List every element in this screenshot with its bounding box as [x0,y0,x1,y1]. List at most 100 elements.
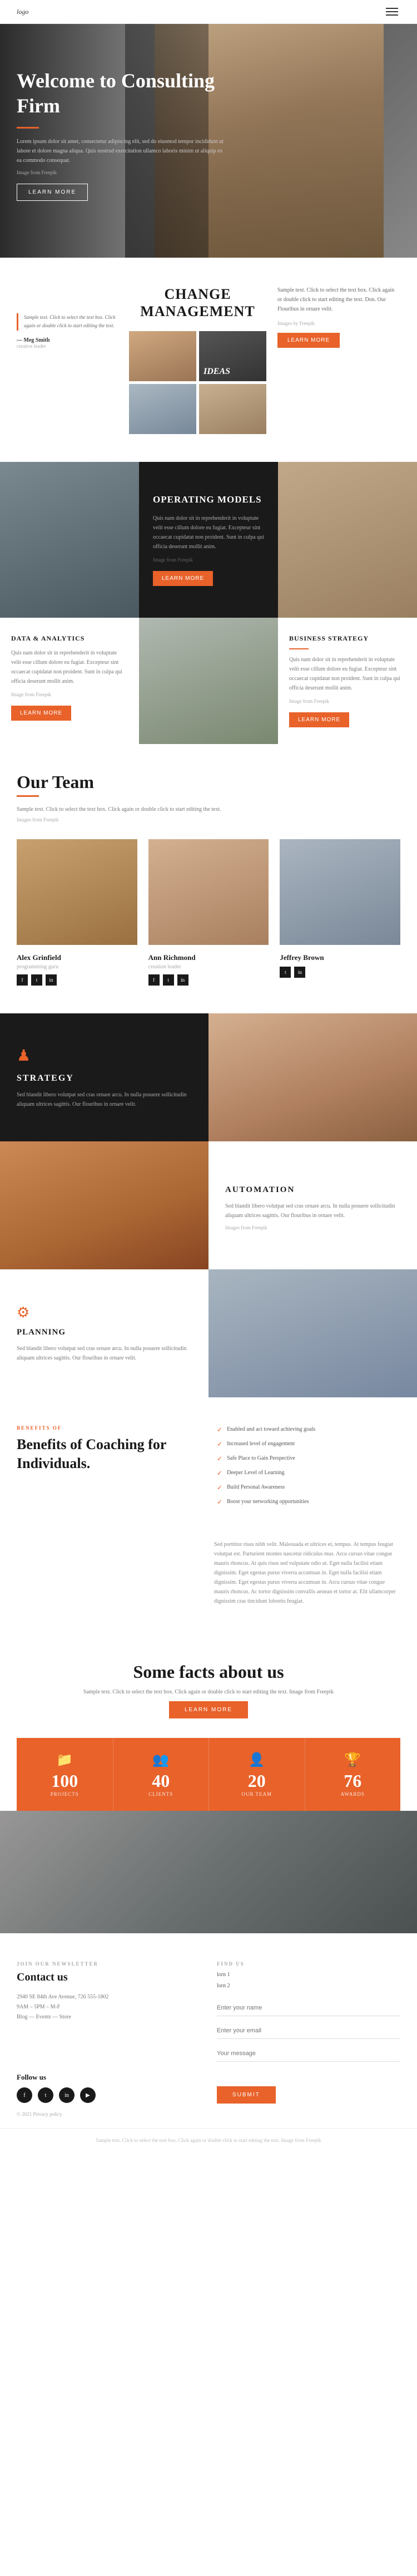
address-line1: 2940 SE 84th Ave Avenue, 726 555-1802 [17,1992,200,2002]
team-icon: 👤 [215,1752,299,1768]
our-team-intro: Sample text. Click to select the text bo… [17,805,400,814]
change-management-title: CHANGE MANAGEMENT [140,285,255,320]
benefits-left: BENEFITS OF Benefits of Coaching for Ind… [17,1425,200,1473]
instagram-icon-1[interactable]: in [46,974,57,986]
copyright: © 2021 Privacy policy [17,2111,200,2117]
hamburger-button[interactable] [384,6,400,18]
change-quote: Sample text. Click to select the text bo… [24,313,118,331]
automation-title: AUTOMATION [225,1185,400,1195]
footer-link-2[interactable]: lorn 2 [217,1981,400,1992]
business-strategy-text: Quis nam dolor sit in reprehenderit in v… [289,655,406,693]
stat-clients: 👥 40 CLIENTS [113,1738,209,1811]
benefits-side-section: Sed porttitor risus nibh velit. Malesuad… [0,1540,417,1634]
business-strategy-button[interactable]: LEARN MORE [289,712,349,727]
youtube-follow-icon[interactable]: ▶ [80,2087,96,2103]
strategy-text: Sed blandit libero volutpat sed cras orn… [17,1090,192,1109]
message-input[interactable] [217,2046,400,2062]
facebook-follow-icon[interactable]: f [17,2087,32,2103]
clients-icon: 👥 [119,1752,203,1768]
data-analytics-credit: Image from Freepik [11,692,128,697]
awards-number: 76 [311,1771,395,1791]
footer-section: JOIN OUR NEWSLETTER Contact us 2940 SE 8… [0,1933,417,2128]
hero-image-credit: Image from Freepik [17,170,228,175]
operating-title: OPERATING MODELS [153,494,264,505]
twitter-icon-3[interactable]: t [280,967,291,978]
facts-learn-more-button[interactable]: LEARN MORE [169,1701,248,1718]
benefit-item-3: ✓ Safe Place to Gain Perspective [217,1454,400,1463]
change-photos-grid: IDEAS [129,331,266,434]
navigation: logo [0,0,417,24]
operating-text: Quis nam dolor sit in reprehenderit in v… [153,514,264,551]
change-author: — Meg Smith [17,337,118,343]
address-line3: Blog — Events — Store [17,2012,200,2022]
benefit-text-4: Deeper Level of Learning [227,1469,285,1477]
business-credit: Image from Freepik [289,698,406,704]
member-2-social: f t in [148,974,269,986]
benefits-side-text: Sed porttitor risus nibh velit. Malesuad… [214,1540,400,1606]
automation-text: Sed blandit libero volutpat sed cras orn… [225,1201,400,1220]
hero-text: Lorem ipsum dolor sit amet, consectetur … [17,137,228,165]
hero-learn-more-button[interactable]: LEARN MORE [17,184,88,201]
contact-col: JOIN OUR NEWSLETTER Contact us 2940 SE 8… [17,1961,200,2073]
facts-title: Some facts about us [17,1662,400,1682]
business-strategy-title: BUSINESS STRATEGY [289,634,406,643]
check-icon-1: ✓ [217,1426,222,1434]
business-divider [289,648,309,649]
twitter-icon-1[interactable]: t [31,974,42,986]
email-input[interactable] [217,2023,400,2039]
twitter-follow-icon[interactable]: t [38,2087,53,2103]
operating-left-image [0,462,139,618]
change-photo-3 [129,384,196,434]
planning-section: ⚙ PLANNING Sed blandit libero volutpat s… [0,1269,417,1397]
instagram-icon-2[interactable]: in [177,974,188,986]
instagram-icon-3[interactable]: in [294,967,305,978]
team-grid: Alex Grinfield programming guru f t in A… [17,839,400,986]
instagram-follow-icon[interactable]: in [59,2087,75,2103]
team-member-2: Ann Richmond creation leader f t in [148,839,269,986]
benefits-side-text-block: Sed porttitor risus nibh velit. Malesuad… [209,1540,400,1606]
planning-title: PLANNING [17,1328,192,1337]
operating-learn-more-button[interactable]: LEARN MORE [153,571,213,586]
strategy-title: STRATEGY [17,1073,192,1083]
follow-us-col: Follow us f t in ▶ © 2021 Privacy policy [17,2073,200,2117]
stat-team: 👤 20 OUR TEAM [209,1738,305,1811]
change-author-role: creative leader [17,343,118,349]
member-1-social: f t in [17,974,137,986]
change-quote-text: Sample text. Click to select the text bo… [17,313,118,331]
hero-content: Welcome to Consulting Firm Lorem ipsum d… [17,68,228,201]
check-icon-6: ✓ [217,1498,222,1506]
change-photo-1 [129,331,196,381]
facebook-icon-2[interactable]: f [148,974,160,986]
twitter-icon-2[interactable]: t [163,974,174,986]
planning-content: ⚙ PLANNING Sed blandit libero volutpat s… [0,1269,209,1397]
fine-print-text: Sample text. Click to select the text bo… [17,2137,400,2145]
data-analytics-col: DATA & ANALYTICS Quis nam dolor sit in r… [0,618,139,744]
automation-section: AUTOMATION Sed blandit libero volutpat s… [0,1141,417,1269]
benefits-title: Benefits of Coaching for Individuals. [17,1435,200,1473]
automation-image [0,1141,209,1269]
facebook-icon-1[interactable]: f [17,974,28,986]
check-icon-4: ✓ [217,1469,222,1477]
team-photo-3 [280,839,400,945]
strategy-image [209,1013,417,1141]
our-team-credit: Images from Freepik [17,817,400,822]
automation-content: AUTOMATION Sed blandit libero volutpat s… [209,1141,417,1269]
clients-number: 40 [119,1771,203,1791]
change-right-text: Sample text. Click to select the text bo… [277,285,400,314]
planning-image [209,1269,417,1397]
data-center-image [139,618,278,744]
benefit-text-2: Increased level of engagement [227,1440,295,1448]
change-learn-more-button[interactable]: LEARN MORE [277,333,340,348]
name-input[interactable] [217,2000,400,2016]
data-analytics-button[interactable]: LEARN MORE [11,706,71,721]
benefits-tag: BENEFITS OF [17,1425,200,1431]
benefit-item-5: ✓ Build Personal Awareness [217,1483,400,1492]
submit-button[interactable]: SUBMIT [217,2086,276,2104]
newsletter-label: JOIN OUR NEWSLETTER [17,1961,200,1967]
awards-label: AWARDS [311,1791,395,1797]
strategy-dark-panel: ♟ STRATEGY Sed blandit libero volutpat s… [0,1013,209,1141]
footer-link-1[interactable]: lorn 1 [217,1969,400,1981]
benefit-item-4: ✓ Deeper Level of Learning [217,1469,400,1477]
member-2-role: creation leader [148,964,269,970]
social-links: f t in ▶ [17,2087,200,2103]
